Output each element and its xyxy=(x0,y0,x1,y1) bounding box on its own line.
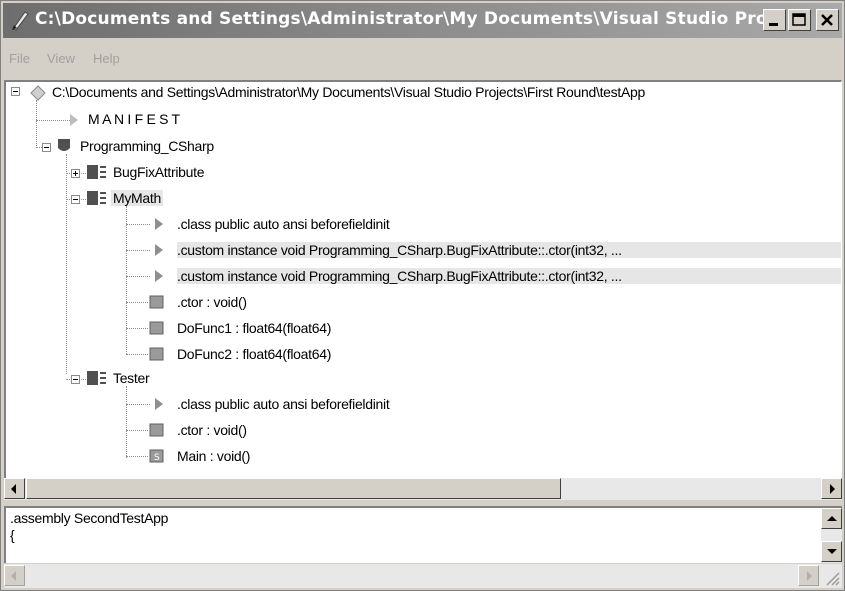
close-icon xyxy=(821,14,833,26)
method-icon xyxy=(149,423,164,437)
tree-item[interactable]: .ctor : void() xyxy=(177,422,247,438)
scroll-thumb[interactable] xyxy=(26,478,561,499)
menu-bar: File View Help xyxy=(3,44,842,72)
triangle-icon xyxy=(155,270,163,282)
expand-toggle[interactable] xyxy=(71,169,80,178)
tree-line xyxy=(36,100,37,148)
tree-item[interactable]: .class public auto ansi beforefieldinit xyxy=(177,396,390,412)
method-icon xyxy=(149,295,164,309)
tree-horizontal-scrollbar[interactable] xyxy=(4,478,842,500)
tree-item[interactable]: DoFunc1 : float64(float64) xyxy=(177,320,331,336)
arrow-left-icon xyxy=(11,484,16,494)
menu-view[interactable]: View xyxy=(47,51,75,66)
arrow-left-icon xyxy=(11,571,16,581)
title-bar[interactable]: C:\Documents and Settings\Administrator\… xyxy=(3,3,842,38)
tree-line xyxy=(126,206,127,354)
tree-item[interactable]: .ctor : void() xyxy=(177,294,247,310)
tree-view[interactable]: C:\Documents and Settings\Administrator\… xyxy=(4,80,842,479)
text-horizontal-scrollbar[interactable] xyxy=(4,564,842,588)
tree-line xyxy=(126,456,148,457)
method-icon xyxy=(149,321,164,335)
close-button[interactable] xyxy=(816,9,839,31)
minimize-button[interactable] xyxy=(763,9,786,31)
method-icon xyxy=(149,347,164,361)
text-line: .assembly SecondTestApp xyxy=(10,510,169,526)
tree-class-mymath[interactable]: MyMath xyxy=(111,190,163,206)
tree-item[interactable]: Main : void() xyxy=(177,448,250,464)
tree-line xyxy=(126,430,148,431)
scroll-right-button[interactable] xyxy=(821,478,842,499)
disassembly-text-pane[interactable]: .assembly SecondTestApp { xyxy=(4,506,842,563)
arrow-down-icon xyxy=(827,549,837,554)
tree-line xyxy=(126,354,148,355)
tree-line xyxy=(126,224,150,225)
maximize-button[interactable] xyxy=(788,9,811,31)
collapse-toggle[interactable] xyxy=(71,375,80,384)
tree-line xyxy=(36,120,70,121)
scroll-right-button[interactable] xyxy=(798,565,819,586)
diamond-icon xyxy=(30,85,46,101)
tree-class-tester[interactable]: Tester xyxy=(113,370,150,386)
tree-root[interactable]: C:\Documents and Settings\Administrator\… xyxy=(52,84,645,100)
arrow-up-icon xyxy=(827,516,837,521)
class-icon xyxy=(87,191,106,205)
class-icon xyxy=(87,165,106,179)
menu-file[interactable]: File xyxy=(9,51,30,66)
pen-app-icon xyxy=(12,11,29,31)
tree-class-bugfix[interactable]: BugFixAttribute xyxy=(113,164,205,180)
scroll-left-button[interactable] xyxy=(4,478,25,499)
triangle-icon xyxy=(155,218,163,230)
tree-item[interactable]: .custom instance void Programming_CSharp… xyxy=(177,242,841,258)
tree-item[interactable]: .custom instance void Programming_CSharp… xyxy=(177,268,841,284)
tree-line xyxy=(126,386,127,458)
tree-line xyxy=(126,404,150,405)
resize-grip-icon[interactable] xyxy=(824,570,840,586)
collapse-toggle[interactable] xyxy=(11,87,20,96)
scroll-down-button[interactable] xyxy=(821,541,842,562)
tree-line xyxy=(126,328,148,329)
ildasm-window: C:\Documents and Settings\Administrator\… xyxy=(0,0,845,591)
minimize-icon xyxy=(769,23,778,26)
tree-line xyxy=(126,250,150,251)
svg-text:S: S xyxy=(154,453,160,463)
class-icon xyxy=(87,371,106,385)
scroll-left-button[interactable] xyxy=(4,565,25,586)
tree-manifest[interactable]: M A N I F E S T xyxy=(88,111,180,127)
arrow-right-icon xyxy=(830,484,835,494)
text-vertical-scrollbar[interactable] xyxy=(821,508,842,563)
tree-item[interactable]: .class public auto ansi beforefieldinit xyxy=(177,216,390,232)
scroll-up-button[interactable] xyxy=(821,508,842,529)
window-title: C:\Documents and Settings\Administrator\… xyxy=(35,9,788,29)
namespace-shield-icon xyxy=(58,139,70,151)
static-method-icon: S xyxy=(149,449,164,463)
tree-item[interactable]: DoFunc2 : float64(float64) xyxy=(177,346,331,362)
tree-namespace[interactable]: Programming_CSharp xyxy=(80,138,214,154)
tree-line xyxy=(126,302,148,303)
triangle-icon xyxy=(70,114,78,126)
arrow-right-icon xyxy=(807,571,812,581)
collapse-toggle[interactable] xyxy=(71,195,80,204)
triangle-icon xyxy=(155,244,163,256)
menu-help[interactable]: Help xyxy=(93,51,120,66)
collapse-toggle[interactable] xyxy=(42,143,51,152)
triangle-icon xyxy=(155,398,163,410)
tree-line xyxy=(126,276,150,277)
text-line: { xyxy=(10,527,15,543)
maximize-icon xyxy=(792,13,806,26)
tree-line xyxy=(66,154,67,374)
